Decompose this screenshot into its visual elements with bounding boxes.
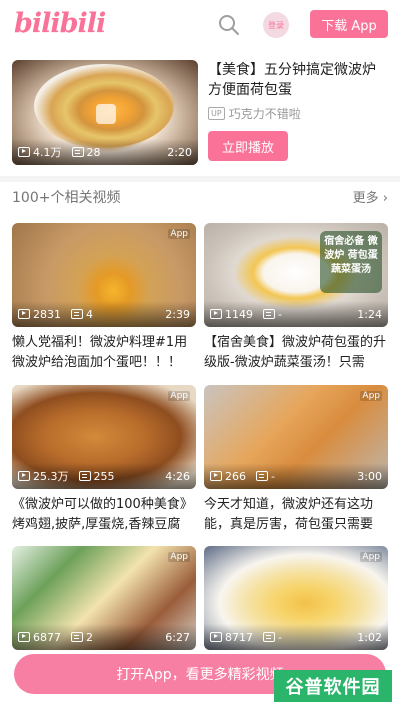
search-button[interactable] [217, 13, 241, 37]
video-thumbnail: App 6877 2 6:27 [12, 546, 196, 650]
featured-author[interactable]: UP 巧克力不错啦 [208, 105, 301, 122]
featured-title[interactable]: 【美食】五分钟搞定微波炉方便面荷包蛋 [208, 60, 388, 100]
play-count: 6877 [33, 630, 61, 644]
featured-stats: 4.1万 28 2:20 [12, 139, 198, 165]
play-count: 25.3万 [33, 470, 69, 483]
play-count-icon [18, 471, 30, 481]
bilibili-logo[interactable]: bilibili [14, 8, 106, 39]
danmaku-icon [71, 632, 83, 642]
related-count: 100+个相关视频 [12, 190, 121, 206]
play-count: 266 [225, 469, 246, 483]
play-overlay-icon [96, 104, 116, 124]
section-divider [0, 176, 400, 182]
video-stats: 2831 4 2:39 [12, 301, 196, 327]
play-count-icon [210, 632, 222, 642]
video-thumbnail: 宿舍必备 微波炉 荷包蛋 蔬菜蛋汤 1149 - 1:24 [204, 223, 388, 327]
video-duration: 2:39 [165, 307, 190, 321]
video-title: 今天才知道，微波炉还有这功能，真是厉害，荷包蛋只需要1… [204, 497, 374, 532]
video-card[interactable]: App 266 - 3:00 今天才知道，微波炉还有这功能，真是厉害，荷包蛋只需… [204, 385, 388, 535]
play-count-icon [18, 309, 30, 319]
danmaku-icon [71, 147, 84, 157]
danmaku-count: 2 [86, 630, 93, 644]
app-tag: App [360, 391, 382, 401]
play-count: 2831 [33, 307, 61, 321]
video-stats: 1149 - 1:24 [204, 301, 388, 327]
video-duration: 1:02 [357, 630, 382, 644]
video-card[interactable]: 宿舍必备 微波炉 荷包蛋 蔬菜蛋汤 1149 - 1:24 【宿舍美食】微波炉荷… [204, 223, 388, 373]
download-app-button[interactable]: 下载 App [310, 10, 388, 38]
app-tag: App [360, 552, 382, 562]
danmaku-count: 255 [93, 469, 115, 483]
featured-video: 4.1万 28 2:20 【美食】五分钟搞定微波炉方便面荷包蛋 UP 巧克力不错… [0, 57, 400, 170]
video-thumbnail: App 8717 - 1:02 [204, 546, 388, 650]
video-card[interactable]: App 8717 - 1:02 [204, 546, 388, 650]
video-duration: 1:24 [357, 307, 382, 321]
video-thumbnail: App 2831 4 2:39 [12, 223, 196, 327]
play-count: 4.1万 [33, 146, 62, 159]
video-duration: 3:00 [357, 469, 382, 483]
play-count-icon [18, 632, 30, 642]
play-count-icon [210, 471, 222, 481]
danmaku-count: 28 [86, 145, 101, 159]
app-tag: App [168, 229, 190, 239]
danmaku-icon [256, 471, 268, 481]
play-now-button[interactable]: 立即播放 [208, 131, 288, 161]
video-duration: 6:27 [165, 630, 190, 644]
danmaku-icon [71, 309, 83, 319]
more-label: 更多 [352, 191, 379, 206]
danmaku-count: - [278, 630, 282, 644]
video-thumbnail: App 25.3万 255 4:26 [12, 385, 196, 489]
danmaku-count: 4 [86, 307, 93, 321]
thumbnail-caption: 宿舍必备 微波炉 荷包蛋 蔬菜蛋汤 [320, 231, 382, 293]
play-count: 1149 [225, 307, 253, 321]
author-name: 巧克力不错啦 [228, 107, 301, 121]
related-header: 100+个相关视频 更多 › [12, 187, 388, 207]
video-stats: 25.3万 255 4:26 [12, 463, 196, 489]
search-icon [219, 15, 239, 35]
video-stats: 8717 - 1:02 [204, 624, 388, 650]
danmaku-icon [263, 632, 275, 642]
up-badge: UP [208, 107, 225, 120]
video-card[interactable]: App 25.3万 255 4:26 《微波炉可以做的100种美食》烤鸡翅,披萨… [12, 385, 196, 535]
video-duration: 2:20 [167, 145, 192, 159]
video-card[interactable]: App 6877 2 6:27 [12, 546, 196, 650]
app-tag: App [168, 391, 190, 401]
play-count-icon [210, 309, 222, 319]
play-count: 8717 [225, 630, 253, 644]
video-stats: 6877 2 6:27 [12, 624, 196, 650]
video-title: 《微波炉可以做的100种美食》烤鸡翅,披萨,厚蛋烧,香辣豆腐 [12, 497, 193, 532]
video-title: 【宿舍美食】微波炉荷包蛋的升级版-微波炉蔬菜蛋汤！只需要… [204, 335, 387, 370]
featured-thumbnail[interactable]: 4.1万 28 2:20 [12, 60, 198, 165]
video-title: 懒人党福利！微波炉料理#1用微波炉给泡面加个蛋吧！！！ [12, 335, 188, 370]
chevron-right-icon: › [382, 191, 388, 206]
login-button[interactable]: 登录 [263, 12, 289, 38]
danmaku-icon [263, 309, 275, 319]
more-link[interactable]: 更多 › [353, 187, 388, 206]
video-thumbnail: App 266 - 3:00 [204, 385, 388, 489]
play-count-icon [18, 147, 30, 157]
video-stats: 266 - 3:00 [204, 463, 388, 489]
watermark-logo: 谷普软件园 [274, 670, 392, 702]
danmaku-icon [78, 471, 91, 481]
top-header: bilibili 登录 下载 App [0, 0, 400, 50]
app-tag: App [168, 552, 190, 562]
video-duration: 4:26 [165, 469, 190, 483]
danmaku-count: - [271, 469, 275, 483]
danmaku-count: - [278, 307, 282, 321]
video-card[interactable]: App 2831 4 2:39 懒人党福利！微波炉料理#1用微波炉给泡面加个蛋吧… [12, 223, 196, 373]
